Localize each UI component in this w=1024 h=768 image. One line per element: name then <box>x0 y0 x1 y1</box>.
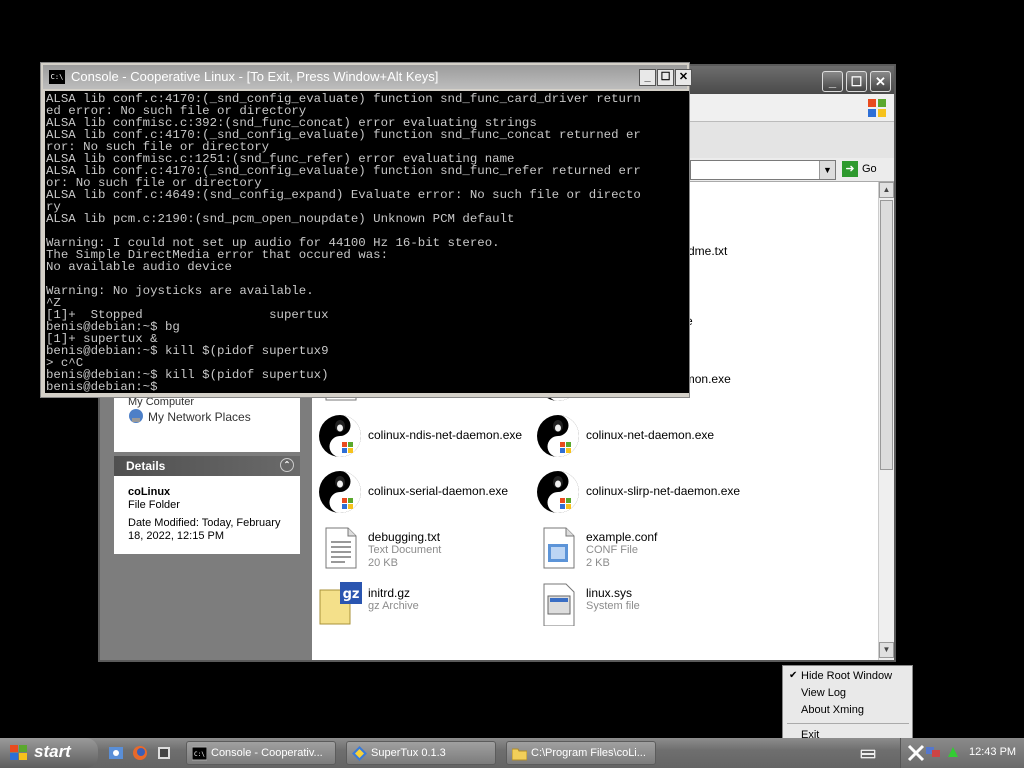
system-file-icon <box>536 582 580 627</box>
taskbar-button-label: SuperTux 0.1.3 <box>371 747 446 759</box>
file-type: Text Document <box>368 544 442 556</box>
tux-windows-icon <box>318 470 362 514</box>
film-icon[interactable] <box>156 745 172 761</box>
text-document-icon <box>318 526 362 570</box>
gz-archive-icon: gz <box>318 582 362 626</box>
close-button[interactable]: ✕ <box>870 71 891 92</box>
console-window: C:\ Console - Cooperative Linux - [To Ex… <box>40 62 692 398</box>
terminal-output[interactable]: ALSA lib conf.c:4170:(_snd_config_evalua… <box>45 91 689 393</box>
details-header[interactable]: Details ⌃ <box>114 456 300 476</box>
svg-text:C:\: C:\ <box>194 751 205 758</box>
conf-file-icon <box>536 526 580 570</box>
scroll-thumb[interactable] <box>880 200 893 470</box>
taskbar-button[interactable]: C:\ Console - Cooperativ... <box>186 741 336 765</box>
maximize-button[interactable]: ☐ <box>846 71 867 92</box>
go-arrow-icon: ➜ <box>842 161 858 177</box>
file-name: colinux-slirp-net-daemon.exe <box>586 484 741 498</box>
windows-logo-icon <box>868 99 886 117</box>
other-places-panel: My Computer My Network Places <box>114 396 300 452</box>
console-titlebar[interactable]: C:\ Console - Cooperative Linux - [To Ex… <box>43 65 692 89</box>
close-button[interactable]: ✕ <box>675 69 692 86</box>
file-name: initrd.gz <box>368 586 411 600</box>
console-title: Console - Cooperative Linux - [To Exit, … <box>71 69 439 84</box>
terminal-line: ALSA lib conf.c:4649:(snd_config_expand)… <box>46 188 641 202</box>
file-name: colinux-ndis-net-daemon.exe <box>368 428 523 442</box>
tux-windows-icon <box>318 414 362 458</box>
details-modified: Date Modified: Today, February 18, 2022,… <box>128 517 281 542</box>
xming-icon[interactable] <box>907 744 925 762</box>
firefox-icon[interactable] <box>132 745 148 761</box>
my-network-places-link[interactable]: My Network Places <box>148 410 251 424</box>
folder-icon <box>511 746 528 761</box>
explorer-quicklaunch-icon[interactable] <box>108 745 124 761</box>
maximize-button[interactable]: ☐ <box>657 69 674 86</box>
terminal-line: benis@debian:~$ kill $(pidof supertux9 <box>46 344 329 358</box>
file-name: example.conf <box>586 530 658 544</box>
keyboard-icon[interactable] <box>860 749 876 759</box>
file-type: CONF File <box>586 544 638 556</box>
details-name: coLinux <box>128 486 171 498</box>
menu-item-hide-root-window[interactable]: Hide Root Window <box>801 670 892 682</box>
menu-separator <box>787 723 909 724</box>
menu-bar <box>690 94 894 122</box>
address-input[interactable]: ▼ <box>690 160 836 180</box>
partial-file-name[interactable]: dme.txt <box>688 244 727 258</box>
terminal-line: benis@debian:~$ <box>46 380 158 393</box>
menu-item-view-log[interactable]: View Log <box>801 687 846 699</box>
file-name: debugging.txt <box>368 530 441 544</box>
scroll-up-icon[interactable]: ▲ <box>879 182 894 198</box>
taskbar-button-label: Console - Cooperativ... <box>211 747 323 759</box>
terminal-line: Warning: No joysticks are available. <box>46 284 314 298</box>
taskbar: start C:\ Console - Cooperativ... SuperTux… <box>0 738 1024 768</box>
safely-remove-icon[interactable] <box>945 744 961 760</box>
scroll-down-icon[interactable]: ▼ <box>879 642 894 658</box>
file-name: colinux-net-daemon.exe <box>586 428 715 442</box>
supertux-icon <box>352 746 367 761</box>
clock[interactable]: 12:43 PM <box>969 746 1016 758</box>
console-icon: C:\ <box>191 746 208 761</box>
file-size: 2 KB <box>586 557 610 569</box>
taskbar-button[interactable]: C:\Program Files\coLi... <box>506 741 656 765</box>
address-bar: ▼ ➜ Go <box>690 158 894 182</box>
tux-windows-icon <box>536 470 580 514</box>
windows-logo-icon <box>10 745 27 760</box>
taskbar-button-label: C:\Program Files\coLi... <box>531 747 646 759</box>
collapse-chevron-icon[interactable]: ⌃ <box>280 458 294 472</box>
details-panel: coLinux File Folder Date Modified: Today… <box>114 476 300 554</box>
desktop: _ ☐ ✕ ▼ ➜ Go My Computer My Network Place <box>0 0 1024 768</box>
toolbar <box>690 122 894 158</box>
file-type: gz Archive <box>368 600 419 612</box>
start-button[interactable]: start <box>0 738 98 768</box>
menu-item-about-xming[interactable]: About Xming <box>801 704 864 716</box>
taskbar-button[interactable]: SuperTux 0.1.3 <box>346 741 496 765</box>
minimize-button[interactable]: _ <box>639 69 656 86</box>
file-name: linux.sys <box>586 586 633 600</box>
tux-windows-icon <box>536 414 580 458</box>
xming-tray-menu: ✔ Hide Root Window View Log About Xming … <box>782 665 913 747</box>
file-size: 20 KB <box>368 557 398 569</box>
details-type: File Folder <box>128 499 180 511</box>
terminal-line: ALSA lib pcm.c:2190:(snd_pcm_open_noupda… <box>46 212 515 226</box>
vertical-scrollbar[interactable]: ▲ ▼ <box>878 182 894 660</box>
minimize-button[interactable]: _ <box>822 71 843 92</box>
svg-text:gz: gz <box>343 587 360 602</box>
file-name: colinux-serial-daemon.exe <box>368 484 509 498</box>
system-tray: 12:43 PM <box>900 738 1024 768</box>
console-icon: C:\ <box>49 70 65 84</box>
go-button[interactable]: ➜ Go <box>842 161 877 177</box>
network-places-icon <box>129 409 143 423</box>
file-type: System file <box>586 600 640 612</box>
check-icon: ✔ <box>789 670 798 681</box>
terminal-line: No available audio device <box>46 260 232 274</box>
network-icon[interactable] <box>925 744 941 760</box>
address-dropdown-icon[interactable]: ▼ <box>819 161 835 179</box>
